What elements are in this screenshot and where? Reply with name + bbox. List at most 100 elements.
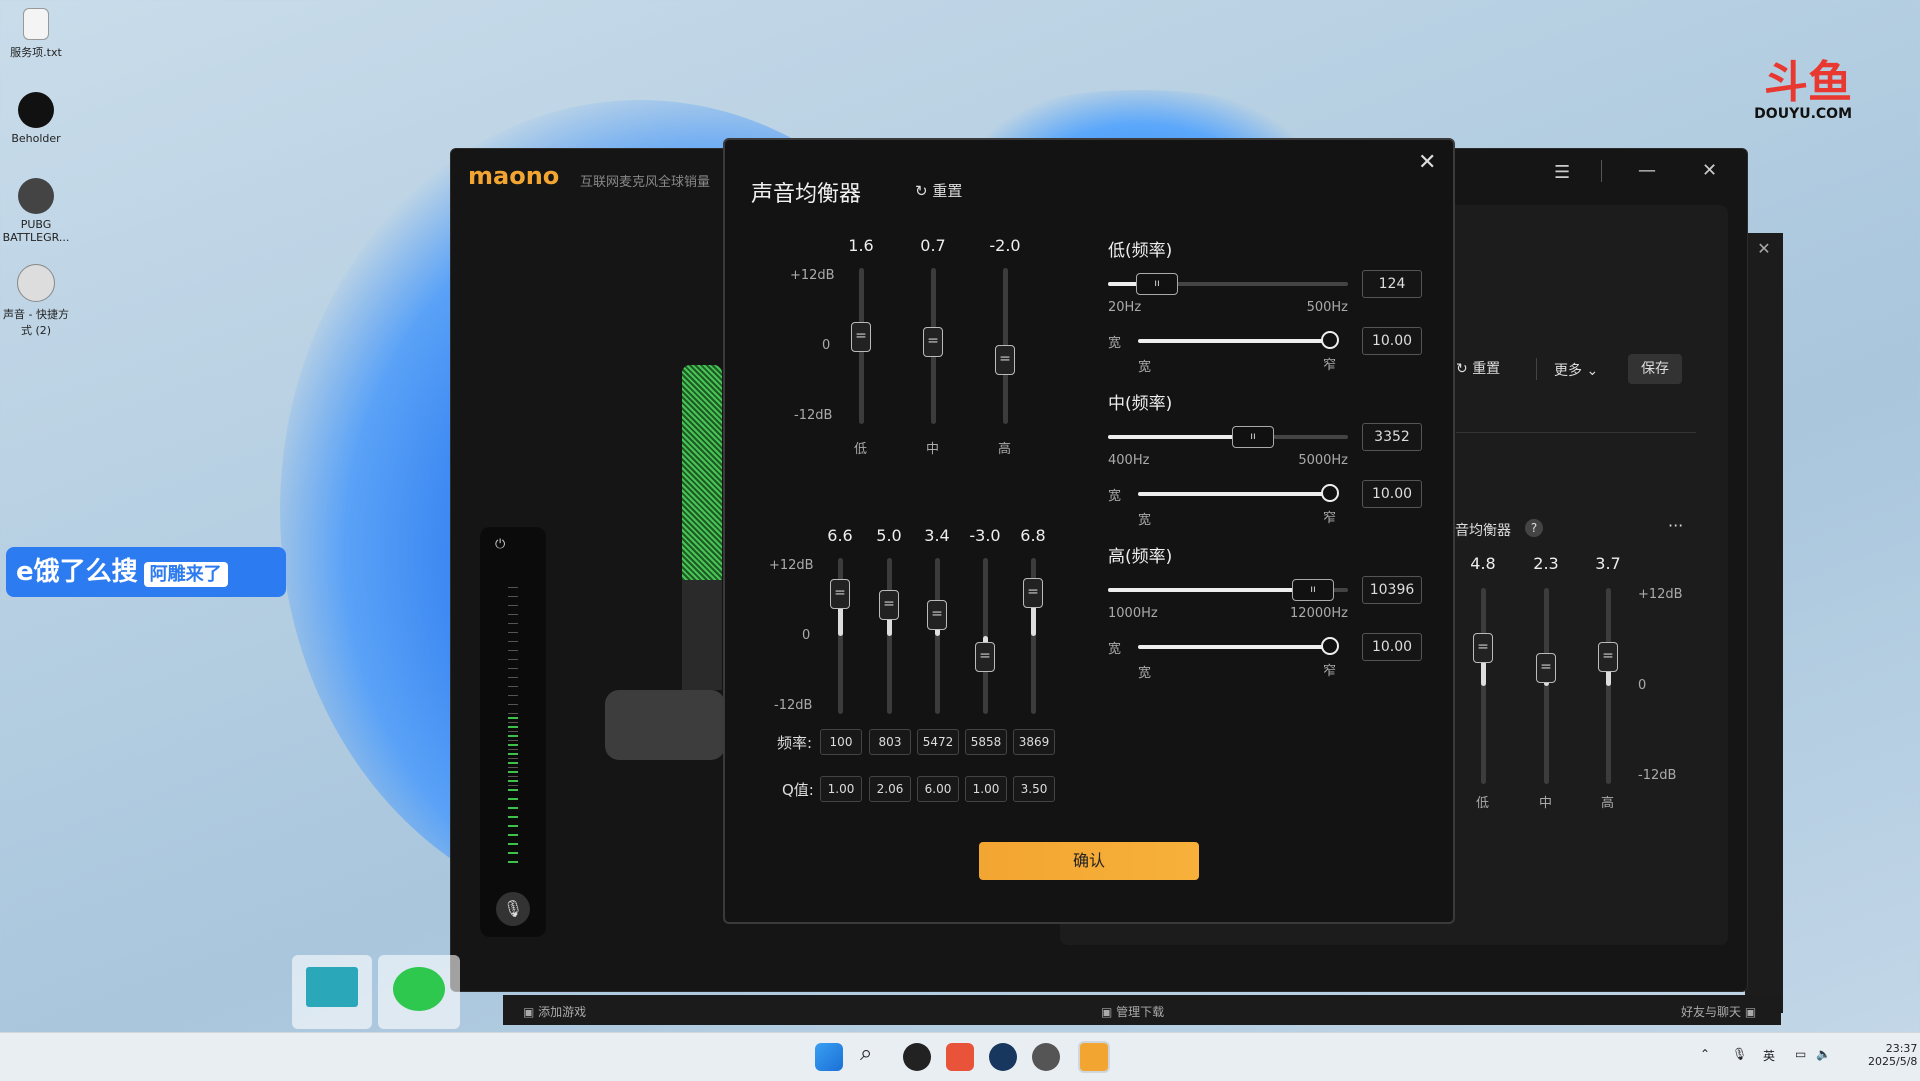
minimize-icon[interactable]: —	[1638, 160, 1656, 181]
network-icon[interactable]: ▭	[1795, 1047, 1806, 1061]
q-input[interactable]: 6.00	[917, 776, 959, 802]
panel-band-slider-knob[interactable]: =	[1536, 653, 1556, 684]
adv-band-slider-knob[interactable]: =	[927, 599, 947, 630]
freq-input[interactable]: 5472	[917, 729, 959, 755]
adv-band-slider-knob[interactable]: =	[879, 589, 899, 620]
help-icon[interactable]: ?	[1525, 519, 1543, 537]
q-slider-knob[interactable]	[1321, 484, 1339, 502]
section-title: 中(频率)	[1108, 394, 1173, 414]
taskbar: ⌕ ⌃ 🎙 英 ▭ 🔈 23:37 2025/5/8	[0, 1032, 1920, 1081]
dialog-reset-button[interactable]: ↻ 重置	[915, 180, 962, 201]
input-language[interactable]: 英	[1763, 1047, 1775, 1064]
freq-max-label: 5000Hz	[1298, 453, 1348, 468]
q-slider-track[interactable]	[1138, 339, 1330, 343]
pubg-icon[interactable]	[1032, 1043, 1060, 1071]
chevron-up-icon[interactable]: ⌃	[1700, 1047, 1710, 1061]
q-slider-knob[interactable]	[1321, 637, 1339, 655]
q-value-input[interactable]: 10.00	[1362, 480, 1422, 508]
freq-slider-knob[interactable]: ıı	[1232, 426, 1274, 448]
q-input[interactable]: 3.50	[1013, 776, 1055, 802]
panel-band-slider-track[interactable]	[1481, 588, 1486, 784]
desktop-icon-label: 服务项.txt	[10, 46, 62, 59]
panel-band-slider-track[interactable]	[1606, 588, 1611, 784]
q-input[interactable]: 1.00	[820, 776, 862, 802]
divider	[1456, 432, 1696, 433]
close-icon[interactable]: ✕	[1702, 160, 1717, 181]
friends-chat-link[interactable]: 好友与聊天 ▣	[1681, 1003, 1756, 1020]
desktop-icon-beholder[interactable]: Beholder	[0, 92, 74, 145]
watermark-url: DOUYU.COM	[1754, 106, 1852, 122]
width-label: 宽	[1108, 642, 1122, 657]
adv-band-slider-track[interactable]	[935, 558, 940, 714]
wide-label: 宽	[1138, 360, 1152, 375]
microphone-icon[interactable]: 🎙	[496, 892, 530, 926]
adv-band-slider-track[interactable]	[887, 558, 892, 714]
freq-min-label: 20Hz	[1108, 300, 1142, 315]
q-slider-knob[interactable]	[1321, 331, 1339, 349]
freq-value-input[interactable]: 3352	[1362, 423, 1422, 451]
microphone-tray-icon[interactable]: 🎙	[1732, 1047, 1747, 1061]
freq-value-input[interactable]: 124	[1362, 270, 1422, 298]
panel-band-label: 中	[1539, 796, 1553, 811]
power-icon[interactable]: ⏻	[495, 537, 505, 552]
q-input[interactable]: 1.00	[965, 776, 1007, 802]
band-slider-knob[interactable]: =	[995, 345, 1015, 375]
more-options-icon[interactable]: ···	[1668, 516, 1683, 535]
start-icon[interactable]	[815, 1043, 843, 1071]
adv-band-slider-knob[interactable]: =	[830, 579, 850, 610]
panel-band-slider-knob[interactable]: =	[1598, 641, 1618, 672]
game-icon[interactable]	[946, 1043, 974, 1071]
confirm-button[interactable]: 确认	[979, 842, 1199, 880]
band-slider-knob[interactable]: =	[851, 321, 871, 352]
db-bottom-label: -12dB	[774, 698, 813, 713]
desktop-icon-pubg[interactable]: PUBG BATTLEGR...	[0, 178, 74, 244]
adv-band-value: 5.0	[876, 526, 902, 545]
db-mid-label: 0	[822, 338, 831, 353]
adv-band-slider-knob[interactable]: =	[1023, 577, 1043, 608]
save-button[interactable]: 保存	[1628, 354, 1682, 384]
clock[interactable]: 23:37 2025/5/8	[1868, 1042, 1917, 1068]
panel-band-slider-track[interactable]	[1544, 588, 1549, 784]
q-value-input[interactable]: 10.00	[1362, 327, 1422, 355]
text-file-icon	[23, 8, 49, 40]
freq-input[interactable]: 100	[820, 729, 862, 755]
panel-reset-button[interactable]: ↻ 重置	[1456, 358, 1500, 378]
panel-band-label: 高	[1601, 796, 1615, 811]
close-icon[interactable]: ✕	[1745, 239, 1783, 258]
dialog-close-icon[interactable]: ✕	[1418, 150, 1436, 175]
level-meter: ⏻ 🎙	[480, 527, 546, 937]
narrow-label: 窄	[1323, 358, 1337, 373]
freq-input[interactable]: 803	[869, 729, 911, 755]
freq-slider-knob[interactable]: ıı	[1136, 273, 1178, 295]
q-input[interactable]: 2.06	[869, 776, 911, 802]
search-icon[interactable]: ⌕	[860, 1041, 872, 1066]
q-slider-track[interactable]	[1138, 492, 1330, 496]
freq-row-label: 频率:	[777, 734, 813, 752]
freq-slider-knob[interactable]: ıı	[1292, 579, 1334, 601]
volume-icon[interactable]: 🔈	[1816, 1047, 1831, 1061]
add-game-link[interactable]: ▣ 添加游戏	[523, 1003, 586, 1020]
desktop-icon-sound-shortcut[interactable]: 声音 - 快捷方式 (2)	[0, 264, 74, 338]
app-icon[interactable]	[903, 1043, 931, 1071]
more-dropdown[interactable]: 更多 ⌄	[1554, 360, 1598, 380]
adv-band-slider-knob[interactable]: =	[975, 641, 995, 672]
maono-icon[interactable]	[1078, 1041, 1110, 1073]
panel-band-slider-knob[interactable]: =	[1473, 632, 1493, 663]
q-slider-track[interactable]	[1138, 645, 1330, 649]
taskbar-preview-wechat[interactable]	[378, 955, 460, 1029]
mic-base-graphic	[605, 690, 725, 760]
band-slider-knob[interactable]: =	[923, 327, 943, 358]
brand-logo: maono	[468, 162, 560, 190]
q-value-input[interactable]: 10.00	[1362, 633, 1422, 661]
freq-input[interactable]: 3869	[1013, 729, 1055, 755]
steam-icon[interactable]	[989, 1043, 1017, 1071]
freq-value-input[interactable]: 10396	[1362, 576, 1422, 604]
width-label: 宽	[1108, 336, 1122, 351]
freq-input[interactable]: 5858	[965, 729, 1007, 755]
taskbar-preview-desktop[interactable]	[292, 955, 372, 1029]
desktop-icon-label: PUBG BATTLEGR...	[2, 218, 70, 244]
menu-icon[interactable]: ☰	[1554, 162, 1570, 183]
adv-band-value: 6.6	[827, 526, 853, 545]
manage-download-link[interactable]: ▣ 管理下载	[1101, 1003, 1164, 1020]
desktop-icon-text-file[interactable]: 服务项.txt	[0, 8, 74, 60]
